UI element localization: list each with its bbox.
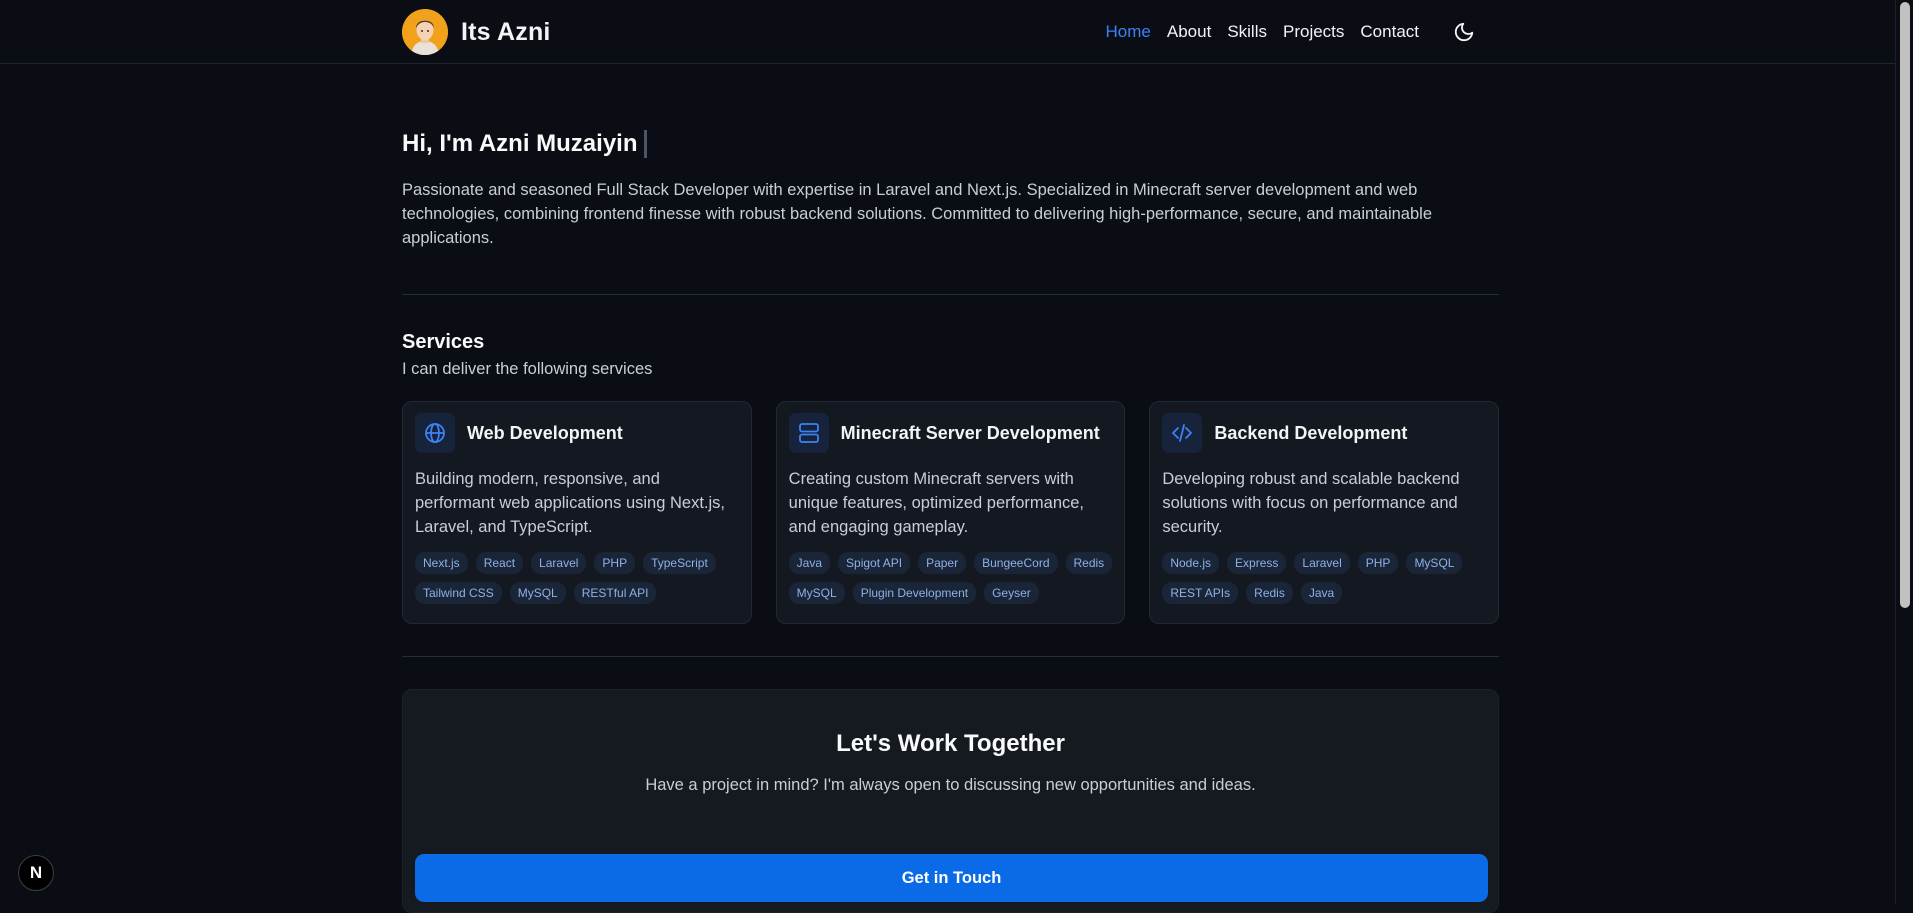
tag: Plugin Development: [852, 582, 977, 604]
service-title: Web Development: [467, 422, 623, 443]
nav-contact[interactable]: Contact: [1360, 22, 1419, 42]
brand[interactable]: Its Azni: [402, 9, 551, 55]
section-divider: [402, 294, 1499, 295]
get-in-touch-button[interactable]: Get in Touch: [415, 854, 1488, 902]
services-cards: Web Development Building modern, respons…: [402, 401, 1500, 624]
hero-title: Hi, I'm Azni Muzaiyin: [402, 128, 1499, 160]
cta-section: Let's Work Together Have a project in mi…: [402, 689, 1499, 913]
tag: MySQL: [509, 582, 566, 604]
service-title: Backend Development: [1214, 422, 1408, 443]
service-card-minecraft-server-development: Minecraft Server Development Creating cu…: [775, 401, 1126, 624]
main-nav: Home About Skills Projects Contact: [1106, 0, 1476, 64]
tag: TypeScript: [643, 552, 716, 574]
service-card-backend-development: Backend Development Developing robust an…: [1149, 401, 1500, 624]
typing-cursor: [643, 130, 647, 158]
services-title: Services: [402, 331, 485, 353]
tag: Java: [1300, 582, 1343, 604]
site-header: Its Azni Home About Skills Projects Cont…: [0, 0, 1895, 64]
service-description: Building modern, responsive, and perform…: [415, 470, 725, 536]
services-subtitle: I can deliver the following services: [402, 360, 653, 378]
cta-subtitle: Have a project in mind? I'm always open …: [645, 776, 1256, 794]
nav-about[interactable]: About: [1167, 22, 1211, 42]
tag: MySQL: [1406, 552, 1463, 574]
tag: Laravel: [531, 552, 587, 574]
tag: Laravel: [1294, 552, 1350, 574]
tag: Redis: [1246, 582, 1293, 604]
tag: Java: [788, 552, 831, 574]
tag: PHP: [1357, 552, 1399, 574]
main-content: Hi, I'm Azni Muzaiyin Passionate and sea…: [402, 64, 1500, 913]
brand-name: Its Azni: [461, 17, 551, 46]
section-divider: [402, 656, 1499, 657]
tag: PHP: [594, 552, 636, 574]
tag: Spigot API: [838, 552, 911, 574]
tag: React: [475, 552, 524, 574]
hero-title-text: Hi, I'm Azni Muzaiyin: [402, 130, 638, 157]
moon-icon: [1454, 22, 1474, 42]
code-icon: [1162, 413, 1203, 453]
nav-home[interactable]: Home: [1106, 22, 1151, 42]
tag: MySQL: [788, 582, 845, 604]
cta-title: Let's Work Together: [836, 730, 1065, 757]
tag: REST APIs: [1162, 582, 1239, 604]
scrollbar-thumb[interactable]: [1900, 2, 1910, 608]
nav-projects[interactable]: Projects: [1283, 22, 1344, 42]
service-description: Developing robust and scalable backend s…: [1162, 470, 1460, 536]
nextjs-dev-badge-icon[interactable]: N: [18, 855, 54, 891]
tag: Geyser: [984, 582, 1039, 604]
tag: Node.js: [1162, 552, 1220, 574]
scrollbar[interactable]: [1895, 0, 1913, 904]
service-card-web-development: Web Development Building modern, respons…: [402, 401, 752, 624]
tag-list: Node.js Express Laravel PHP MySQL REST A…: [1162, 552, 1486, 604]
service-title: Minecraft Server Development: [840, 422, 1100, 443]
theme-toggle-button[interactable]: [1452, 20, 1476, 44]
tag: BungeeCord: [974, 552, 1058, 574]
avatar-illustration-icon: [402, 9, 448, 55]
tag: Express: [1227, 552, 1287, 574]
tag: RESTful API: [573, 582, 657, 604]
tag-list: Java Spigot API Paper BungeeCord Redis M…: [788, 552, 1113, 604]
tag: Paper: [918, 552, 967, 574]
tag: Next.js: [415, 552, 468, 574]
avatar: [402, 9, 448, 55]
tag: Tailwind CSS: [415, 582, 502, 604]
tag-list: Next.js React Laravel PHP TypeScript Tai…: [415, 552, 739, 604]
server-icon: [788, 413, 829, 453]
service-description: Creating custom Minecraft servers with u…: [788, 470, 1085, 536]
tag: Redis: [1065, 552, 1113, 574]
hero-description: Passionate and seasoned Full Stack Devel…: [402, 181, 1432, 247]
nav-skills[interactable]: Skills: [1227, 22, 1267, 42]
globe-icon: [415, 413, 455, 453]
